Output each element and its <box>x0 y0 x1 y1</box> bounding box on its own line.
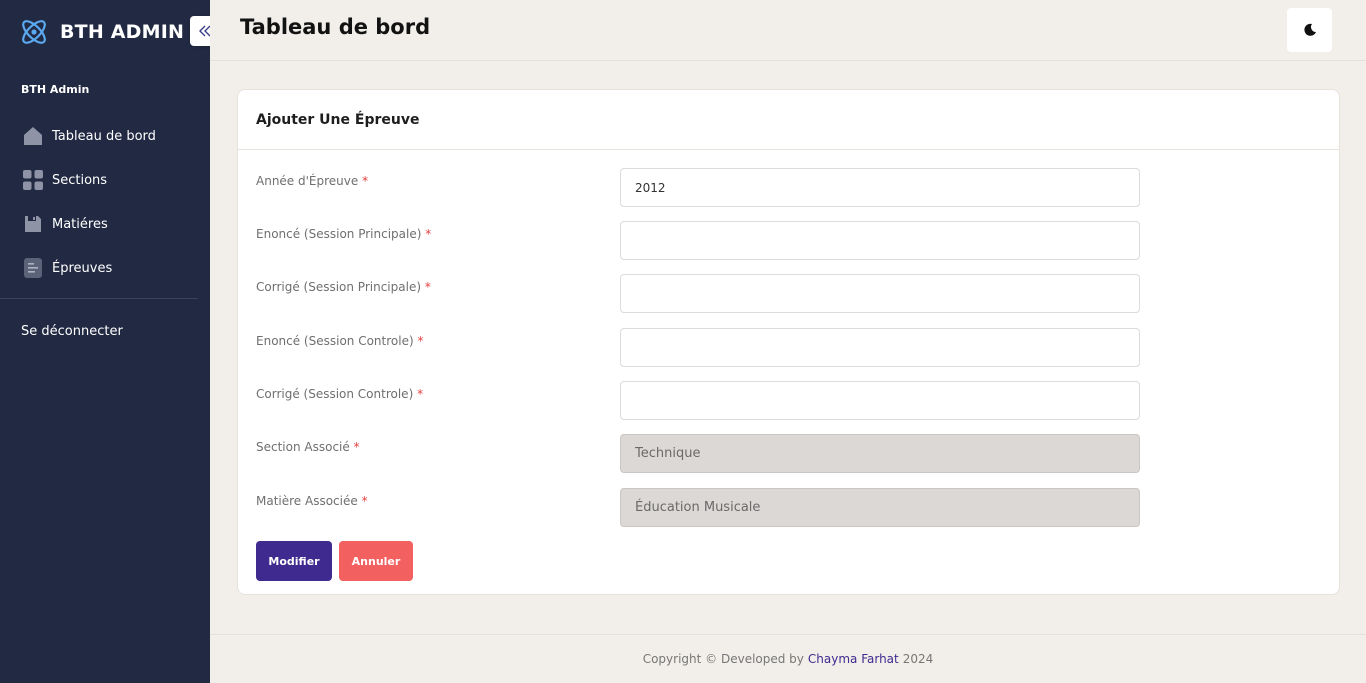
required-marker: * <box>417 387 424 401</box>
sidebar-item-label: Sections <box>52 172 108 188</box>
matiere-select[interactable]: Éducation Musicale <box>620 488 1140 527</box>
sidebar-divider <box>0 298 198 299</box>
logout-link[interactable]: Se déconnecter <box>21 324 123 339</box>
home-icon <box>23 126 43 146</box>
footer-author-link[interactable]: Chayma Farhat <box>808 652 899 666</box>
sidebar-item-sections[interactable]: Sections <box>0 158 210 202</box>
required-marker: * <box>361 494 368 508</box>
grid-icon <box>23 170 43 190</box>
required-marker: * <box>424 280 431 294</box>
field-label: Corrigé (Session Controle) * <box>256 387 424 401</box>
field-label: Enoncé (Session Controle) * <box>256 334 424 348</box>
required-marker: * <box>353 440 360 454</box>
add-epreuve-card: Ajouter Une Épreuve Année d'Épreuve * En… <box>237 89 1340 595</box>
atom-logo-icon <box>22 20 46 44</box>
card-title: Ajouter Une Épreuve <box>256 111 420 128</box>
corrige-controle-input[interactable] <box>620 381 1140 420</box>
required-marker: * <box>362 174 369 188</box>
form-row-corrige-principale: Corrigé (Session Principale) * <box>256 274 1320 313</box>
footer-year: 2024 <box>902 652 934 666</box>
required-marker: * <box>425 227 432 241</box>
enonce-principale-input[interactable] <box>620 221 1140 260</box>
form-row-annee: Année d'Épreuve * <box>256 168 1320 207</box>
page-title: Tableau de bord <box>240 15 431 39</box>
floppy-disk-icon <box>23 214 43 234</box>
form-row-enonce-controle: Enoncé (Session Controle) * <box>256 328 1320 367</box>
form-row-matiere: Matière Associée * Éducation Musicale <box>256 488 1320 527</box>
field-label: Section Associé * <box>256 440 360 454</box>
theme-toggle-button[interactable] <box>1287 8 1332 52</box>
section-select[interactable]: Technique <box>620 434 1140 473</box>
sidebar-item-label: Tableau de bord <box>52 128 156 144</box>
top-bar: Tableau de bord <box>210 0 1366 61</box>
field-label: Corrigé (Session Principale) * <box>256 280 431 294</box>
sidebar-section-header: BTH Admin <box>21 83 90 96</box>
card-header: Ajouter Une Épreuve <box>238 90 1339 150</box>
field-label: Matière Associée * <box>256 494 368 508</box>
footer: Copyright © Developed by Chayma Farhat 2… <box>210 634 1366 683</box>
modifier-button[interactable]: Modifier <box>256 541 332 581</box>
moon-icon <box>1303 23 1316 36</box>
corrige-principale-input[interactable] <box>620 274 1140 313</box>
field-label: Année d'Épreuve * <box>256 174 369 188</box>
required-marker: * <box>417 334 424 348</box>
sidebar-menu: Tableau de bord Sections Matiéres Épreuv… <box>0 114 210 290</box>
form-row-corrige-controle: Corrigé (Session Controle) * <box>256 381 1320 420</box>
brand-name: BTH ADMIN <box>60 21 185 43</box>
sidebar-item-matieres[interactable]: Matiéres <box>0 202 210 246</box>
footer-copyright: Copyright © Developed by <box>642 652 804 666</box>
field-label: Enoncé (Session Principale) * <box>256 227 432 241</box>
annuler-button[interactable]: Annuler <box>339 541 413 581</box>
sidebar-item-epreuves[interactable]: Épreuves <box>0 246 210 290</box>
annee-input[interactable] <box>620 168 1140 207</box>
document-list-icon <box>23 258 43 278</box>
sidebar: BTH ADMIN BTH Admin Tableau de bord Sect… <box>0 0 220 683</box>
enonce-controle-input[interactable] <box>620 328 1140 367</box>
sidebar-item-dashboard[interactable]: Tableau de bord <box>0 114 210 158</box>
form-row-section: Section Associé * Technique <box>256 434 1320 473</box>
brand-logo[interactable]: BTH ADMIN <box>18 16 184 48</box>
sidebar-item-label: Matiéres <box>52 216 108 232</box>
form-row-enonce-principale: Enoncé (Session Principale) * <box>256 221 1320 260</box>
sidebar-item-label: Épreuves <box>52 260 113 276</box>
